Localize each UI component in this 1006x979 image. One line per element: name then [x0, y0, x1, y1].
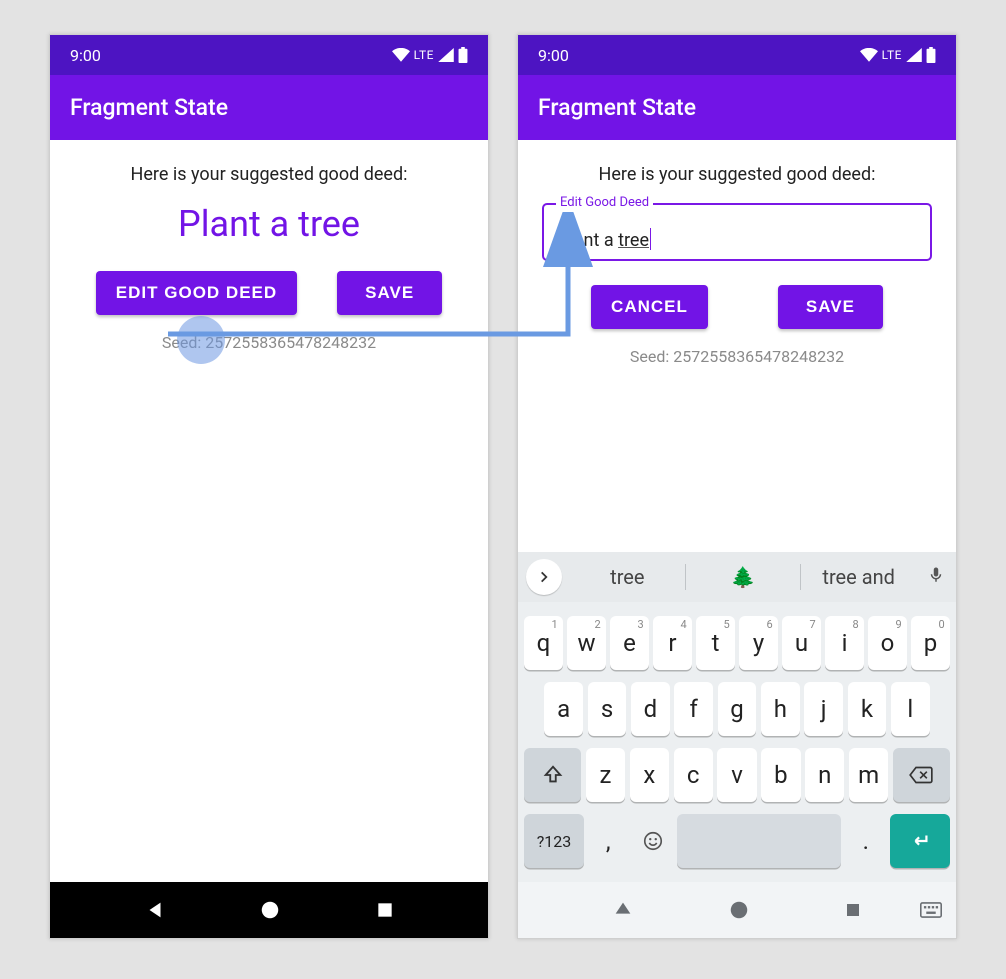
key-q[interactable]: q1	[524, 616, 562, 670]
nav-back-button[interactable]	[612, 899, 634, 921]
comma-key[interactable]: ,	[588, 814, 628, 868]
key-u[interactable]: u7	[782, 616, 820, 670]
hint-text: Here is your suggested good deed:	[70, 164, 468, 185]
app-title: Fragment State	[70, 94, 228, 121]
nav-home-button[interactable]	[728, 899, 750, 921]
suggestion-1[interactable]: tree	[570, 559, 685, 595]
status-time: 9:00	[70, 46, 101, 65]
period-key[interactable]: .	[846, 814, 886, 868]
key-c[interactable]: c	[674, 748, 713, 802]
status-indicators: LTE	[860, 47, 936, 63]
status-time: 9:00	[538, 46, 569, 65]
nav-recent-button[interactable]	[844, 901, 862, 919]
enter-icon	[909, 830, 931, 852]
key-y[interactable]: y6	[739, 616, 777, 670]
key-f[interactable]: f	[674, 682, 713, 736]
symbols-key[interactable]: ?123	[524, 814, 583, 868]
phone-edit-state: 9:00 LTE Fragment State Here is your sug…	[517, 34, 957, 939]
deed-display: Plant a tree	[70, 203, 468, 245]
shift-icon	[542, 764, 564, 786]
wifi-icon	[392, 48, 410, 62]
app-bar: Fragment State	[50, 75, 488, 140]
key-j[interactable]: j	[804, 682, 843, 736]
key-r[interactable]: r4	[653, 616, 691, 670]
battery-icon	[926, 47, 936, 63]
key-z[interactable]: z	[586, 748, 625, 802]
edit-good-deed-button[interactable]: EDIT GOOD DEED	[96, 271, 297, 315]
expand-suggestions-button[interactable]	[526, 559, 562, 595]
key-o[interactable]: o9	[868, 616, 906, 670]
keyboard-icon	[920, 902, 942, 918]
text-caret	[650, 228, 651, 250]
key-n[interactable]: n	[805, 748, 844, 802]
key-s[interactable]: s	[588, 682, 627, 736]
key-a[interactable]: a	[544, 682, 583, 736]
key-i[interactable]: i8	[825, 616, 863, 670]
mic-button[interactable]	[916, 564, 956, 591]
key-m[interactable]: m	[849, 748, 888, 802]
android-nav-bar	[518, 882, 956, 938]
key-v[interactable]: v	[717, 748, 756, 802]
ime-switch-button[interactable]	[920, 902, 942, 918]
key-x[interactable]: x	[630, 748, 669, 802]
status-bar: 9:00 LTE	[50, 35, 488, 75]
key-h[interactable]: h	[761, 682, 800, 736]
key-g[interactable]: g	[718, 682, 757, 736]
emoji-key[interactable]	[633, 814, 673, 868]
mic-icon	[927, 564, 945, 586]
seed-label: Seed: 2572558365478248232	[538, 347, 936, 366]
battery-icon	[458, 47, 468, 63]
space-key[interactable]	[677, 814, 841, 868]
key-w[interactable]: w2	[567, 616, 605, 670]
save-button[interactable]: SAVE	[337, 271, 442, 315]
signal-icon	[906, 48, 922, 62]
wifi-icon	[860, 48, 878, 62]
textfield-value: Plant a tree	[558, 228, 651, 251]
network-label: LTE	[414, 48, 434, 62]
key-t[interactable]: t5	[696, 616, 734, 670]
signal-icon	[438, 48, 454, 62]
network-label: LTE	[882, 48, 902, 62]
backspace-key[interactable]	[893, 748, 950, 802]
soft-keyboard: tree 🌲 tree and q1w2e3r4t5y6u7i8o9p0 asd…	[518, 552, 956, 882]
seed-label: Seed: 2572558365478248232	[70, 333, 468, 352]
backspace-icon	[908, 765, 934, 785]
status-indicators: LTE	[392, 47, 468, 63]
phone-display-state: 9:00 LTE Fragment State Here is your sug…	[49, 34, 489, 939]
hint-text: Here is your suggested good deed:	[538, 164, 936, 185]
nav-recent-button[interactable]	[375, 900, 395, 920]
cancel-button[interactable]: CANCEL	[591, 285, 708, 329]
enter-key[interactable]	[890, 814, 949, 868]
status-bar: 9:00 LTE	[518, 35, 956, 75]
nav-back-button[interactable]	[144, 899, 166, 921]
suggestion-2[interactable]: 🌲	[686, 559, 801, 595]
key-d[interactable]: d	[631, 682, 670, 736]
key-k[interactable]: k	[848, 682, 887, 736]
suggestion-bar: tree 🌲 tree and	[518, 552, 956, 602]
nav-home-button[interactable]	[259, 899, 281, 921]
shift-key[interactable]	[524, 748, 581, 802]
app-bar: Fragment State	[518, 75, 956, 140]
app-title: Fragment State	[538, 94, 696, 121]
key-e[interactable]: e3	[610, 616, 648, 670]
android-nav-bar	[50, 882, 488, 938]
edit-good-deed-field[interactable]: Edit Good Deed Plant a tree	[542, 203, 932, 261]
save-button[interactable]: SAVE	[778, 285, 883, 329]
key-p[interactable]: p0	[911, 616, 949, 670]
key-b[interactable]: b	[761, 748, 800, 802]
textfield-label: Edit Good Deed	[556, 195, 653, 210]
suggestion-3[interactable]: tree and	[801, 559, 916, 595]
emoji-icon	[642, 830, 664, 852]
key-l[interactable]: l	[891, 682, 930, 736]
